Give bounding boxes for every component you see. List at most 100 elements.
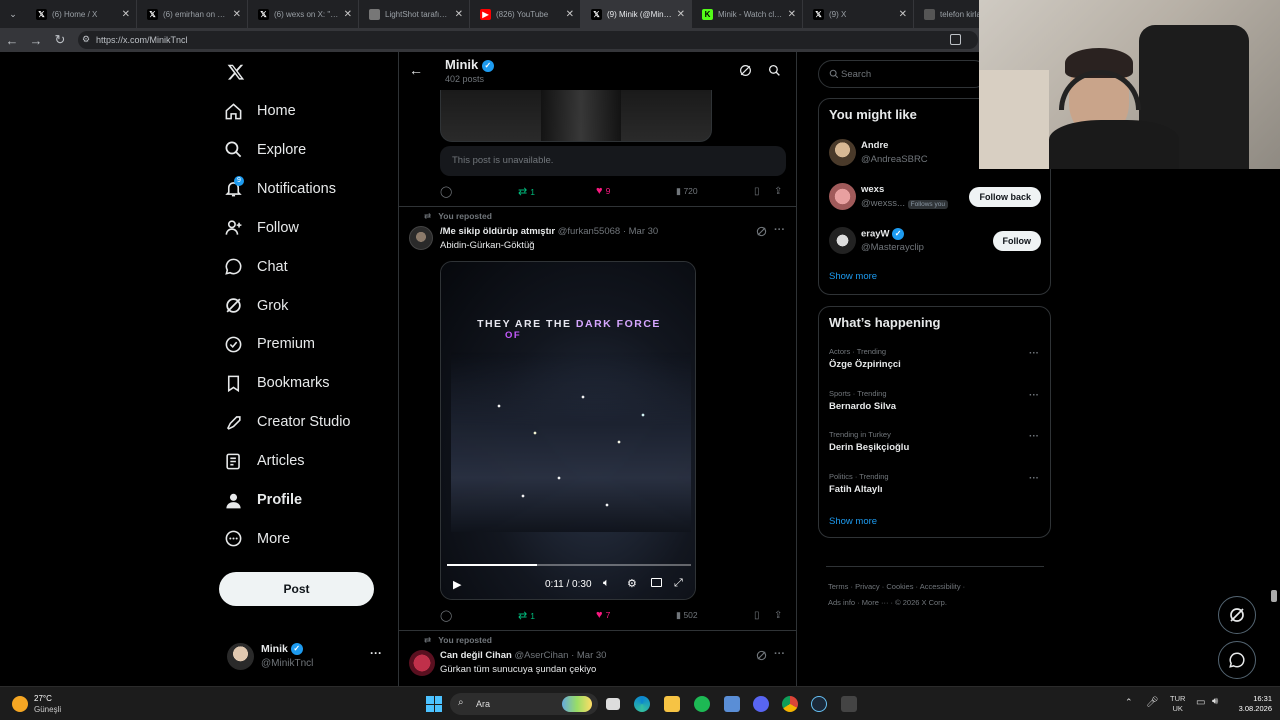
nav-item-profile[interactable]: Profile (224, 487, 302, 513)
grok-icon[interactable] (756, 226, 767, 237)
views-button[interactable]: ▮ 720 (676, 186, 698, 197)
pip-icon[interactable] (651, 578, 662, 587)
post-button[interactable]: Post (219, 572, 374, 606)
browser-tab[interactable]: ▶ (826) YouTube ✕ (470, 0, 581, 28)
steam-icon[interactable] (811, 696, 827, 712)
close-tab-icon[interactable]: ✕ (455, 9, 463, 20)
tray-overflow-icon[interactable]: ⌃ (1125, 697, 1133, 708)
grok-icon[interactable] (739, 64, 752, 77)
suggested-user-name[interactable]: erayW (861, 229, 890, 240)
footer-link[interactable]: Ads info (828, 598, 855, 607)
close-tab-icon[interactable]: ✕ (677, 9, 685, 20)
post-date[interactable]: · Mar 30 (623, 226, 658, 237)
trend-more-icon[interactable]: ··· (1029, 473, 1039, 484)
url-field[interactable]: ⚙ https://x.com/MinikTncl (78, 31, 978, 49)
messages-fab-button[interactable] (1218, 641, 1256, 679)
suggested-user-name[interactable]: Andre (861, 140, 888, 151)
clock[interactable]: 16:31 3.08.2026 (1228, 694, 1272, 714)
file-explorer-icon[interactable] (664, 696, 680, 712)
discord-icon[interactable] (753, 696, 769, 712)
like-button[interactable]: ♥ 9 (596, 185, 610, 197)
account-switcher[interactable]: Minik ✓ @MinikTncl ··· (224, 640, 384, 674)
grok-fab-button[interactable] (1218, 596, 1256, 634)
fullscreen-icon[interactable]: ⤢ (674, 577, 683, 590)
show-more-link[interactable]: Show more (829, 271, 877, 282)
volume-icon[interactable]: 🔈︎ (603, 577, 610, 590)
nav-item-grok[interactable]: Grok (224, 293, 288, 319)
nav-item-home[interactable]: Home (224, 98, 296, 124)
footer-link[interactable]: More ··· (862, 598, 889, 607)
post-author-handle[interactable]: @furkan55068 (558, 226, 620, 237)
close-tab-icon[interactable]: ✕ (122, 9, 130, 20)
browser-tab[interactable]: 𝕏 (9) X ✕ (803, 0, 914, 28)
share-icon[interactable]: ⇪ (774, 186, 782, 197)
nav-item-bookmarks[interactable]: Bookmarks (224, 370, 330, 396)
footer-link[interactable]: Terms (828, 582, 848, 591)
post-author-avatar[interactable] (409, 226, 433, 250)
suggested-user-row[interactable]: wexs @wexss... Follows you Follow back (829, 181, 1041, 215)
extensions-icon[interactable] (950, 34, 961, 45)
x-logo-icon[interactable] (227, 63, 245, 81)
edge-icon[interactable] (634, 696, 650, 712)
avatar[interactable] (829, 227, 856, 254)
volume-icon[interactable]: 🔊︎ (1212, 696, 1218, 707)
language-indicator[interactable]: TUR UK (1170, 694, 1185, 714)
microphone-icon[interactable]: 🎤︎ (1146, 697, 1159, 708)
close-tab-icon[interactable]: ✕ (344, 9, 352, 20)
nav-item-notifications[interactable]: 9 Notifications (224, 175, 336, 202)
close-tab-icon[interactable]: ✕ (899, 9, 907, 20)
close-tab-icon[interactable]: ✕ (788, 9, 796, 20)
back-arrow-icon[interactable]: ← (409, 62, 423, 78)
post-author-avatar[interactable] (409, 650, 435, 676)
app-icon[interactable] (724, 696, 740, 712)
post-author-name[interactable]: /Me sikip öldürüp atmıştır (440, 226, 555, 237)
suggested-user-handle[interactable]: @Masterayclip (861, 242, 924, 253)
suggested-user-handle[interactable]: @wexss... (861, 198, 905, 209)
avatar[interactable] (829, 183, 856, 210)
browser-tab[interactable]: 𝕏 (9) Minik (@MinikTn... ✕ (581, 0, 692, 28)
video-progress-track[interactable] (447, 564, 691, 566)
reply-icon[interactable]: ◯ (440, 609, 452, 622)
repost-button[interactable]: ⇄ 1 (518, 185, 535, 198)
browser-tab[interactable]: 𝕏 (6) emirhan on X: "E... ✕ (137, 0, 248, 28)
tab-list-button[interactable]: ⌄ (0, 0, 26, 28)
trend-more-icon[interactable]: ··· (1029, 431, 1039, 442)
post-author-name[interactable]: Can değil Cihan (440, 650, 512, 661)
reload-icon[interactable]: ↻ (48, 32, 72, 48)
task-view-icon[interactable] (606, 698, 620, 710)
spotify-icon[interactable] (694, 696, 710, 712)
page-scrollbar-thumb[interactable] (1271, 590, 1277, 602)
trend-item[interactable]: Politics · Trending Fatih Altaylı ··· (829, 472, 1039, 504)
post-date[interactable]: · Mar 30 (571, 650, 606, 661)
share-icon[interactable]: ⇪ (774, 610, 782, 621)
nav-item-follow[interactable]: Follow (224, 215, 299, 241)
trend-item[interactable]: Actors · Trending Özge Özpirinçci ··· (829, 347, 1039, 379)
calculator-icon[interactable] (841, 696, 857, 712)
trend-item[interactable]: Sports · Trending Bernardo Silva ··· (829, 389, 1039, 421)
browser-tab[interactable]: 𝕏 (6) wexs on X: "eski... ✕ (248, 0, 359, 28)
browser-tab[interactable]: 𝕏 (6) Home / X ✕ (26, 0, 137, 28)
suggested-user-row[interactable]: erayW ✓ @Masterayclip Follow (829, 225, 1041, 259)
avatar[interactable] (829, 139, 856, 166)
browser-tab[interactable]: K Minik - Watch clips c... ✕ (692, 0, 803, 28)
suggested-user-name[interactable]: wexs (861, 184, 884, 195)
follow-button[interactable]: Follow (992, 231, 1041, 251)
footer-link[interactable]: Privacy (855, 582, 880, 591)
settings-gear-icon[interactable]: ⚙ (627, 577, 637, 590)
nav-item-explore[interactable]: Explore (224, 137, 306, 163)
search-icon[interactable] (768, 64, 781, 77)
follow-button[interactable]: Follow back (969, 187, 1041, 207)
chrome-icon[interactable] (782, 696, 798, 712)
like-button[interactable]: ♥ 7 (596, 609, 610, 621)
grok-icon[interactable] (756, 650, 767, 661)
post-more-icon[interactable]: ··· (774, 648, 785, 660)
nav-item-articles[interactable]: Articles (224, 448, 305, 474)
trend-more-icon[interactable]: ··· (1029, 390, 1039, 401)
post-author-handle[interactable]: @AserCihan (514, 650, 568, 661)
trend-item[interactable]: Trending in Turkey Derin Beşikçioğlu ··· (829, 430, 1039, 462)
start-button[interactable] (426, 696, 442, 712)
play-icon[interactable]: ▶ (453, 578, 461, 591)
close-tab-icon[interactable]: ✕ (566, 9, 574, 20)
bookmark-icon[interactable]: ▯ (754, 610, 760, 621)
close-tab-icon[interactable]: ✕ (233, 9, 241, 20)
